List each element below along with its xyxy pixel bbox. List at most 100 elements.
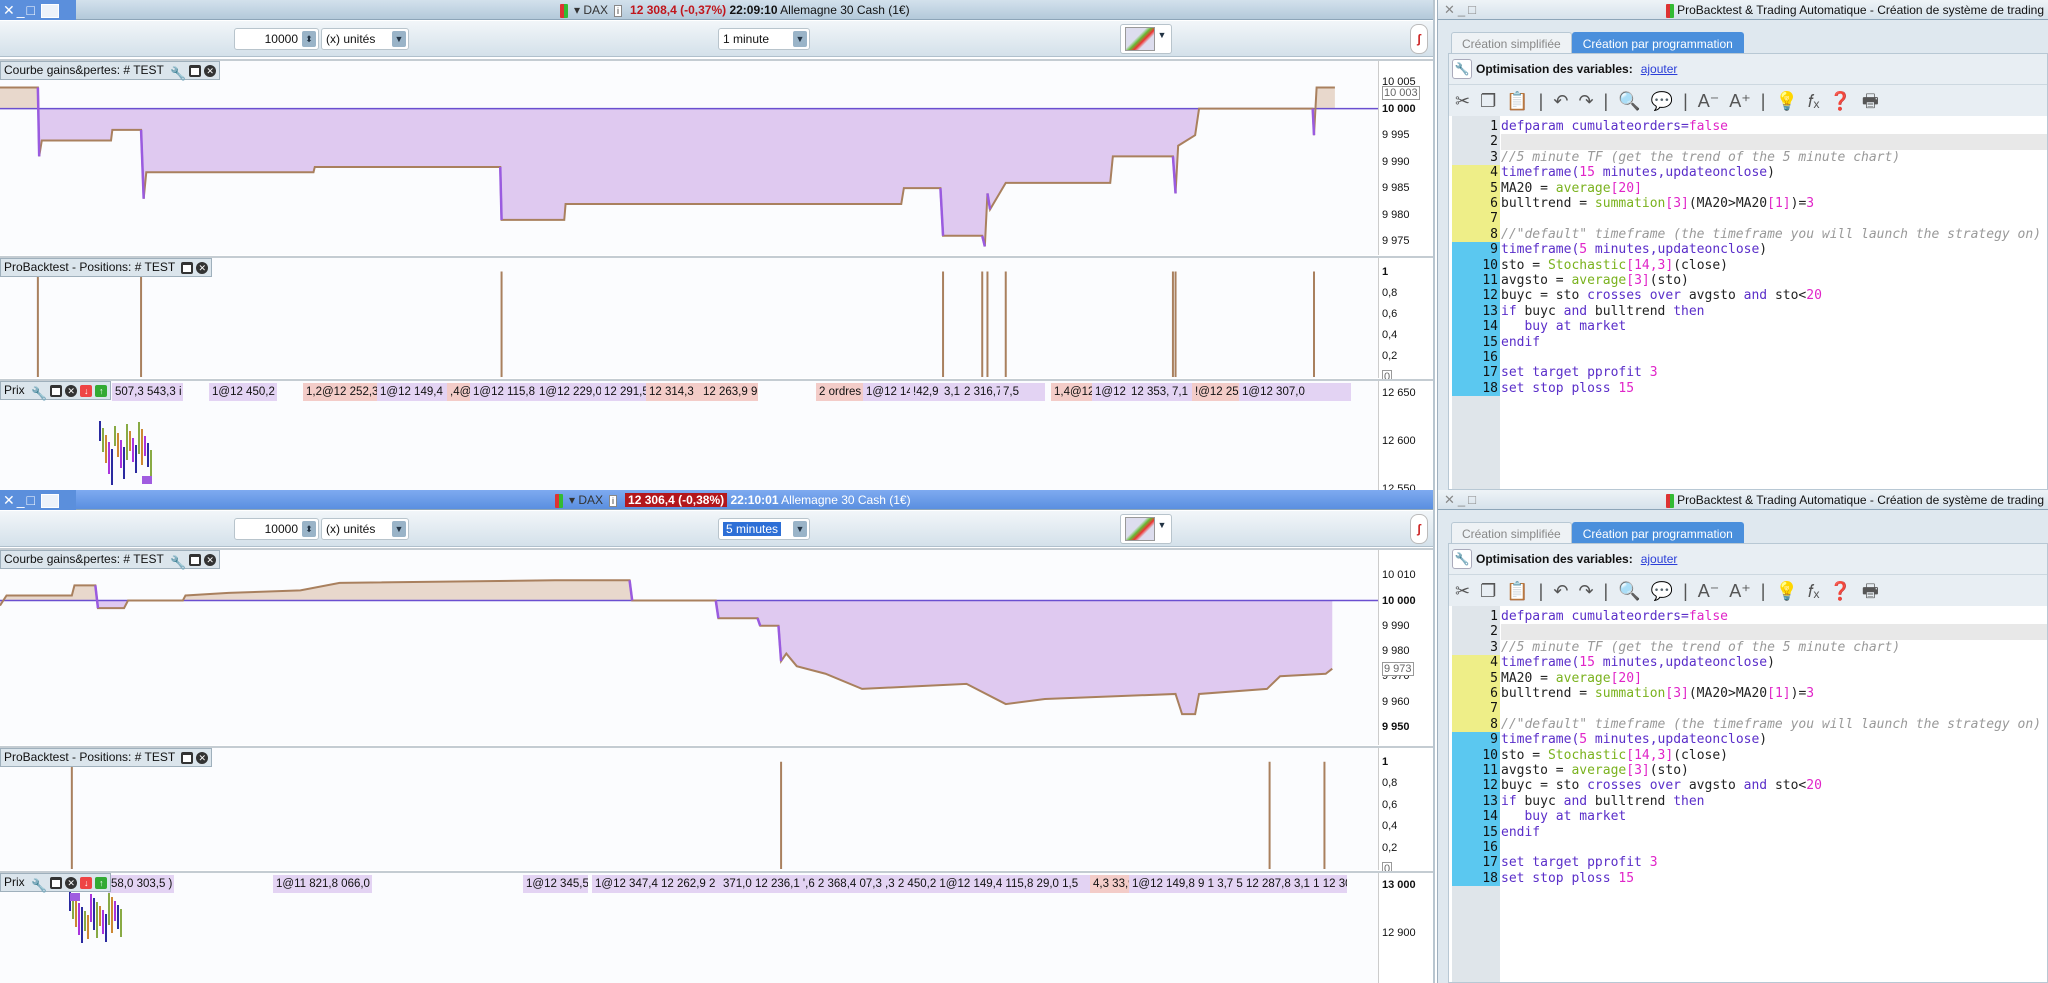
copy-icon[interactable]: ❐ — [1480, 91, 1496, 111]
minimize-icon[interactable]: _ — [17, 492, 27, 508]
wrench-icon[interactable]: 🔧 — [170, 65, 186, 81]
trade-tag[interactable]: 12 314,3 — [646, 383, 700, 401]
trade-tag[interactable]: 58,0 303,5 ) 693,2 — [108, 875, 174, 893]
font-decrease-icon[interactable]: A⁻ — [1698, 91, 1720, 111]
symbol-selector[interactable]: ▾ DAX — [569, 493, 603, 507]
trade-tag[interactable]: 7,5 — [1000, 383, 1045, 401]
copy-icon[interactable]: ❐ — [1480, 581, 1496, 601]
code-line[interactable]: set stop ploss 15 — [1501, 381, 2047, 396]
close-icon[interactable]: ✕ — [3, 492, 17, 508]
info-icon[interactable]: i — [609, 495, 618, 507]
code-editor[interactable]: 1 defparam cumulateorders=false 2 3//5 minu… — [1449, 606, 2047, 982]
search-icon[interactable]: 🔍 — [1618, 581, 1640, 601]
code-line[interactable]: avgsto = average[3](sto) — [1501, 273, 2047, 288]
help-icon[interactable]: ❓ — [1829, 91, 1851, 111]
redo-icon[interactable]: ↷ — [1578, 581, 1593, 601]
trade-tag[interactable]: 1@12 115,8 — [470, 383, 536, 401]
indicators-button[interactable]: ▼ — [1120, 24, 1172, 54]
wrench-icon[interactable]: 🔧 — [1452, 59, 1472, 79]
window-icon[interactable] — [181, 751, 194, 764]
comment-icon[interactable]: 💬 — [1651, 581, 1673, 601]
trade-tag[interactable]: 371,0 12 236,1 ',6 2 368,4 07,3 ,3 2 450… — [720, 875, 1090, 893]
trade-tag[interactable]: !@12 259, — [1192, 383, 1239, 401]
code-line[interactable]: timeframe(5 minutes,updateonclose) — [1501, 732, 2047, 747]
lightbulb-icon[interactable]: 💡 — [1775, 91, 1797, 111]
code-line[interactable]: timeframe(5 minutes,updateonclose) — [1501, 242, 2047, 257]
code-line[interactable] — [1501, 624, 2047, 640]
unit-select[interactable]: (x) unités ▼ — [321, 518, 409, 540]
code-line[interactable] — [1501, 840, 2047, 855]
add-variable-link[interactable]: ajouter — [1641, 552, 1678, 566]
quantity-stepper[interactable]: 10000 ⬍ — [234, 518, 319, 540]
window-controls[interactable]: ✕_□ — [0, 0, 76, 20]
search-icon[interactable]: 🔍 — [1618, 91, 1640, 111]
function-icon[interactable]: 𝑓ₓ — [1808, 91, 1820, 111]
trade-tag[interactable]: 1@11 821,8 066,0 — [273, 875, 372, 893]
trade-tag[interactable]: 4,3 33,9 — [1090, 875, 1129, 893]
code-line[interactable]: defparam cumulateorders=false — [1501, 119, 2047, 134]
code-line[interactable]: timeframe(15 minutes,updateonclose) — [1501, 655, 2047, 670]
trade-tag[interactable]: 1@12 149,8 — [863, 383, 910, 401]
trade-tag[interactable]: 12 353,1 — [1128, 383, 1169, 401]
maximize-icon[interactable]: □ — [1468, 492, 1479, 507]
refresh-icon[interactable]: ʃ — [1410, 24, 1428, 54]
code-line[interactable]: //"default" timeframe (the timeframe you… — [1501, 227, 2047, 242]
window-icon[interactable] — [181, 261, 194, 274]
arrow-up-icon[interactable]: ↑ — [95, 384, 108, 397]
close-icon[interactable]: ✕ — [65, 876, 78, 889]
code-editor[interactable]: 1 defparam cumulateorders=false 2 3//5 minu… — [1449, 116, 2047, 489]
code-line[interactable]: set target pprofit 3 — [1501, 365, 2047, 380]
undo-icon[interactable]: ↶ — [1553, 91, 1568, 111]
code-line[interactable]: avgsto = average[3](sto) — [1501, 763, 2047, 778]
code-line[interactable]: sto = Stochastic[14,3](close) — [1501, 748, 2047, 763]
trade-tag[interactable]: 3,1 — [941, 383, 961, 401]
code-line[interactable]: bulltrend = summation[3](MA20>MA20[1])=3 — [1501, 686, 2047, 701]
maximize-icon[interactable]: □ — [27, 2, 37, 18]
trade-tag[interactable]: ,4@ — [447, 383, 470, 401]
tab-programming[interactable]: Création par programmation — [1571, 32, 1744, 54]
maximize-icon[interactable]: □ — [27, 492, 37, 508]
close-icon[interactable]: ✕ — [3, 2, 17, 18]
code-line[interactable]: sto = Stochastic[14,3](close) — [1501, 258, 2047, 273]
refresh-icon[interactable]: ʃ — [1410, 514, 1428, 544]
code-line[interactable]: endif — [1501, 825, 2047, 840]
font-increase-icon[interactable]: A⁺ — [1729, 581, 1751, 601]
trade-tag[interactable]: 12 263,9 9 — [700, 383, 758, 401]
candlestick-icon[interactable] — [555, 493, 563, 508]
lightbulb-icon[interactable]: 💡 — [1775, 581, 1797, 601]
code-line[interactable]: if buyc and bulltrend then — [1501, 304, 2047, 319]
code-line[interactable]: buyc = sto crosses over avgsto and sto<2… — [1501, 778, 2047, 793]
trade-tag[interactable]: 1,2@12 252,3 — [303, 383, 377, 401]
code-line[interactable]: buy at market — [1501, 809, 2047, 824]
code-line[interactable] — [1501, 134, 2047, 150]
trade-tag[interactable]: 7,1 — [1169, 383, 1192, 401]
window-icon[interactable] — [50, 876, 63, 889]
timeframe-select[interactable]: 1 minute ▼ — [718, 28, 810, 50]
arrow-down-icon[interactable]: ↓ — [80, 876, 93, 889]
stepper-arrows-icon[interactable]: ⬍ — [302, 521, 316, 537]
candlestick-icon[interactable] — [560, 3, 568, 18]
trade-tag[interactable]: 1@12 229,0 — [536, 383, 601, 401]
code-line[interactable]: if buyc and bulltrend then — [1501, 794, 2047, 809]
arrow-down-icon[interactable]: ↓ — [80, 384, 93, 397]
trade-tag[interactable]: 1@12 307,0 — [1239, 383, 1351, 401]
code-line[interactable]: MA20 = average[20] — [1501, 181, 2047, 196]
close-icon[interactable]: ✕ — [65, 384, 78, 397]
minimize-icon[interactable]: _ — [1458, 492, 1468, 507]
print-icon[interactable]: 🖶 — [1862, 91, 1879, 111]
trade-tag[interactable]: 507,3 543,3 i — [112, 383, 183, 401]
window-controls[interactable]: ✕_□ — [0, 490, 76, 510]
tab-programming[interactable]: Création par programmation — [1571, 522, 1744, 544]
paste-icon[interactable]: 📋 — [1506, 91, 1528, 111]
minimize-icon[interactable]: _ — [17, 2, 27, 18]
paste-icon[interactable]: 📋 — [1506, 581, 1528, 601]
trade-tag[interactable]: !42,9 — [910, 383, 941, 401]
code-line[interactable] — [1501, 211, 2047, 226]
font-decrease-icon[interactable]: A⁻ — [1698, 581, 1720, 601]
function-icon[interactable]: 𝑓ₓ — [1808, 581, 1820, 601]
window-icon[interactable] — [189, 553, 202, 566]
code-line[interactable]: buy at market — [1501, 319, 2047, 334]
symbol-selector[interactable]: ▾ DAX — [574, 3, 608, 17]
code-line[interactable]: timeframe(15 minutes,updateonclose) — [1501, 165, 2047, 180]
trade-tag[interactable]: 1@12 345,5 — [523, 875, 588, 893]
